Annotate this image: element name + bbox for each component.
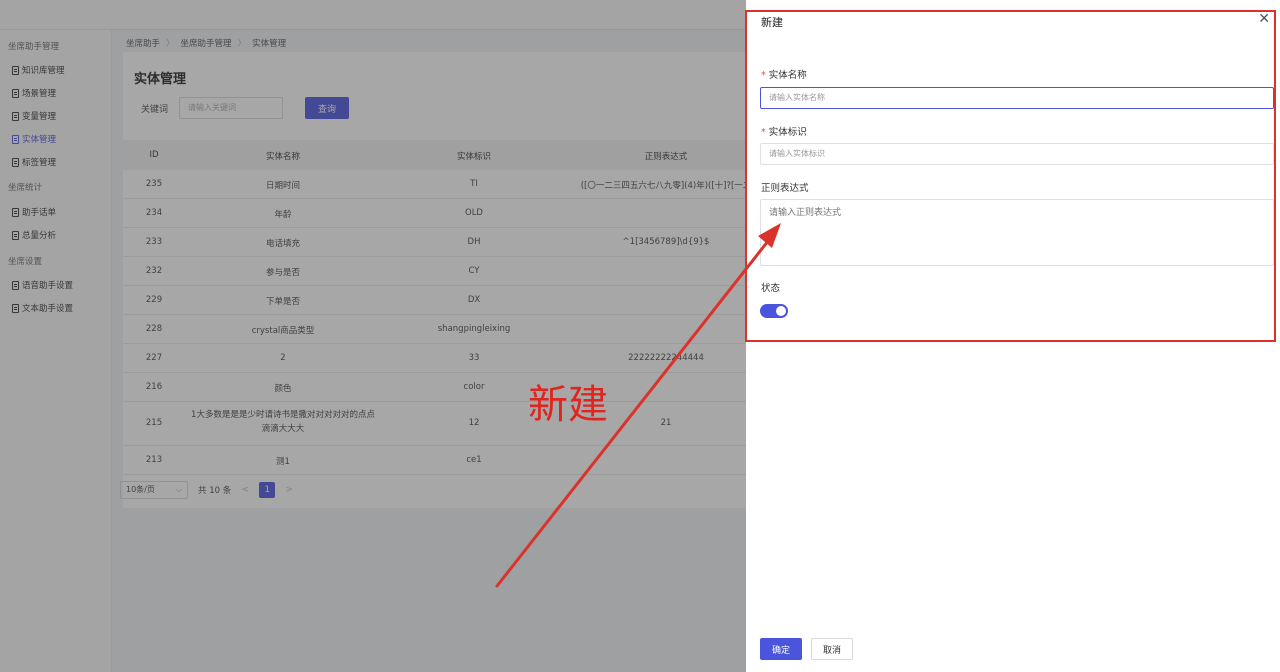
close-icon[interactable]: ✕ [1258,12,1270,26]
confirm-button[interactable]: 确定 [760,638,802,660]
required-mark: * [761,127,766,138]
annotation-label: 新建 [528,382,608,428]
cancel-button[interactable]: 取消 [811,638,853,660]
modal-overlay[interactable] [0,0,746,672]
regex-label: 正则表达式 [761,183,809,194]
status-label: 状态 [761,283,781,294]
entity-name-label: * 实体名称 [761,70,807,81]
entity-code-label: * 实体标识 [761,127,807,138]
entity-name-input[interactable]: 请输入实体名称 [760,87,1274,109]
drawer-title: 新建 [761,16,783,29]
regex-textarea[interactable] [760,199,1274,266]
create-entity-drawer: 新建 ✕ *实体名称 请输入实体名称 *实体标识 请输入实体标识 正则表达式 状… [746,0,1280,672]
required-mark: * [761,70,766,81]
entity-code-input[interactable]: 请输入实体标识 [760,143,1274,165]
status-toggle[interactable] [760,304,788,318]
